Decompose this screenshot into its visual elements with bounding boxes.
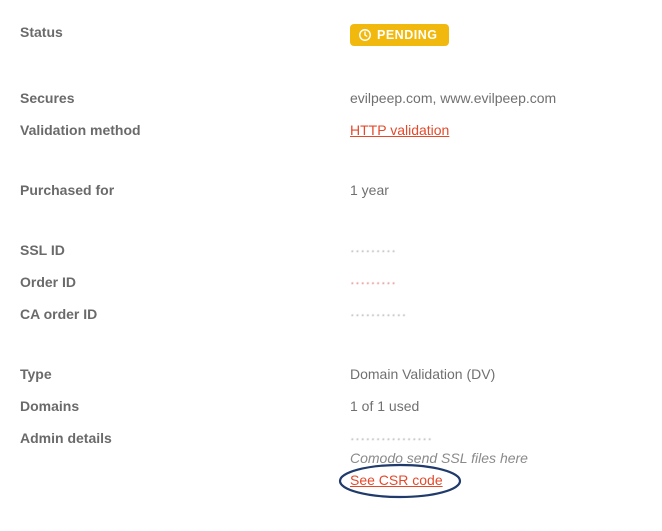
purchased-for-label: Purchased for [20, 182, 350, 198]
status-label: Status [20, 24, 350, 40]
validation-method-label: Validation method [20, 122, 350, 138]
status-badge: PENDING [350, 24, 449, 46]
secures-value: evilpeep.com, www.evilpeep.com [350, 90, 556, 106]
ca-order-id-label: CA order ID [20, 306, 350, 322]
purchased-for-value: 1 year [350, 182, 389, 198]
ca-order-id-value: ··········· [350, 306, 407, 322]
ssl-id-value: ········· [350, 242, 396, 258]
type-value: Domain Validation (DV) [350, 366, 495, 382]
clock-icon [358, 28, 372, 42]
see-csr-code-link[interactable]: See CSR code [350, 472, 443, 488]
domains-value: 1 of 1 used [350, 398, 419, 414]
order-id-value: ········· [350, 274, 396, 290]
admin-details-value: ················ [350, 430, 528, 446]
validation-method-link[interactable]: HTTP validation [350, 122, 449, 138]
domains-label: Domains [20, 398, 350, 414]
type-label: Type [20, 366, 350, 382]
status-badge-text: PENDING [377, 28, 437, 42]
admin-details-label: Admin details [20, 430, 350, 446]
ssl-id-label: SSL ID [20, 242, 350, 258]
order-id-label: Order ID [20, 274, 350, 290]
secures-label: Secures [20, 90, 350, 106]
